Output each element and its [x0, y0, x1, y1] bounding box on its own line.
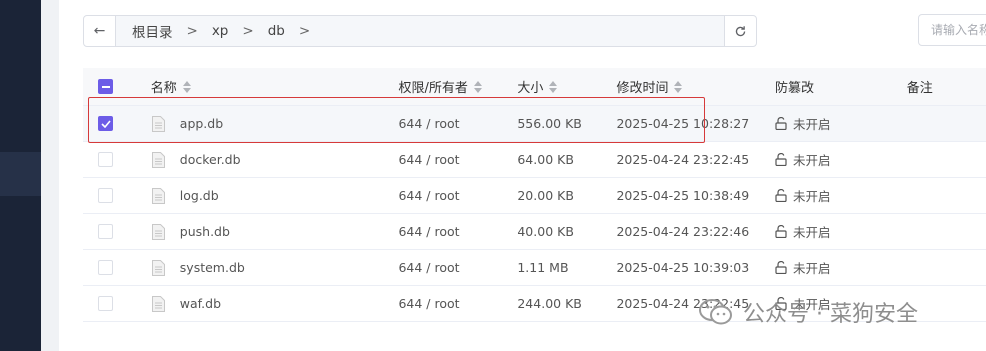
- table-row[interactable]: push.db 644 / root 40.00 KB 2025-04-24 2…: [83, 214, 986, 250]
- sort-icon: [473, 80, 482, 93]
- file-name[interactable]: docker.db: [180, 152, 241, 167]
- column-header-size[interactable]: 大小: [517, 77, 558, 96]
- unlock-icon: [775, 189, 787, 202]
- column-header-note: 备注: [906, 81, 933, 96]
- column-header-permission[interactable]: 权限/所有者: [398, 77, 482, 96]
- sort-icon: [674, 80, 683, 93]
- tamper-status[interactable]: 未开启: [793, 258, 831, 277]
- breadcrumb: 根目录 > xp > db >: [116, 16, 724, 46]
- breadcrumb-item-root[interactable]: 根目录: [132, 21, 173, 41]
- refresh-icon: [735, 25, 746, 36]
- file-modified: 2025-04-25 10:38:49: [616, 188, 750, 203]
- file-size: 20.00 KB: [517, 188, 574, 203]
- back-button[interactable]: ←: [84, 16, 116, 46]
- file-permission[interactable]: 644 / root: [398, 116, 517, 131]
- row-checkbox[interactable]: [98, 152, 113, 167]
- column-header-name[interactable]: 名称: [151, 77, 191, 96]
- breadcrumb-separator: >: [298, 23, 311, 39]
- file-permission[interactable]: 644 / root: [398, 296, 517, 311]
- file-name[interactable]: waf.db: [180, 296, 221, 311]
- file-icon: [151, 223, 165, 240]
- tamper-status[interactable]: 未开启: [793, 222, 831, 241]
- row-checkbox[interactable]: [98, 224, 113, 239]
- table-row[interactable]: log.db 644 / root 20.00 KB 2025-04-25 10…: [83, 178, 986, 214]
- file-icon: [151, 295, 165, 312]
- table-row[interactable]: docker.db 644 / root 64.00 KB 2025-04-24…: [83, 142, 986, 178]
- breadcrumb-separator: >: [186, 23, 198, 39]
- file-name[interactable]: app.db: [180, 116, 223, 131]
- file-modified: 2025-04-24 23:22:45: [616, 152, 750, 167]
- select-all-checkbox[interactable]: [98, 79, 113, 94]
- file-size: 64.00 KB: [517, 152, 574, 167]
- table-row[interactable]: app.db 644 / root 556.00 KB 2025-04-25 1…: [83, 106, 986, 142]
- row-checkbox[interactable]: [98, 260, 113, 275]
- tamper-status[interactable]: 未开启: [793, 114, 831, 133]
- file-size: 1.11 MB: [517, 260, 569, 275]
- refresh-button[interactable]: [724, 16, 756, 46]
- file-permission[interactable]: 644 / root: [398, 188, 517, 203]
- wechat-icon: [699, 299, 732, 325]
- path-bar: ← 根目录 > xp > db >: [83, 15, 757, 47]
- row-checkbox[interactable]: [98, 296, 113, 311]
- file-permission[interactable]: 644 / root: [398, 260, 517, 275]
- file-icon: [151, 115, 165, 132]
- tamper-status[interactable]: 未开启: [793, 150, 831, 169]
- file-permission[interactable]: 644 / root: [398, 152, 517, 167]
- file-size: 556.00 KB: [517, 116, 582, 131]
- sort-icon: [549, 80, 558, 93]
- file-icon: [151, 187, 165, 204]
- unlock-icon: [775, 153, 787, 166]
- file-table: 名称 权限/所有者 大小 修改时间 防篡改 备注 app.db 644 / ro…: [83, 68, 986, 322]
- file-modified: 2025-04-24 23:22:46: [616, 224, 750, 239]
- table-header: 名称 权限/所有者 大小 修改时间 防篡改 备注: [83, 68, 986, 106]
- watermark: 公众号 · 菜狗安全: [699, 296, 918, 328]
- file-permission[interactable]: 644 / root: [398, 224, 517, 239]
- table-row[interactable]: system.db 644 / root 1.11 MB 2025-04-25 …: [83, 250, 986, 286]
- file-modified: 2025-04-25 10:28:27: [616, 116, 750, 131]
- breadcrumb-separator: >: [242, 23, 254, 39]
- unlock-icon: [775, 117, 787, 130]
- file-icon: [151, 151, 165, 168]
- column-header-modified[interactable]: 修改时间: [616, 77, 683, 96]
- breadcrumb-item-xp[interactable]: xp: [212, 23, 229, 39]
- file-name[interactable]: push.db: [180, 224, 230, 239]
- sidebar-active-item[interactable]: [0, 152, 41, 196]
- file-size: 40.00 KB: [517, 224, 574, 239]
- row-checkbox[interactable]: [98, 116, 113, 131]
- search-input[interactable]: [918, 14, 986, 46]
- tamper-status[interactable]: 未开启: [793, 186, 831, 205]
- unlock-icon: [775, 261, 787, 274]
- row-checkbox[interactable]: [98, 188, 113, 203]
- file-name[interactable]: system.db: [180, 260, 245, 275]
- file-size: 244.00 KB: [517, 296, 582, 311]
- back-arrow-icon: ←: [93, 23, 106, 39]
- unlock-icon: [775, 225, 787, 238]
- file-modified: 2025-04-25 10:39:03: [616, 260, 750, 275]
- file-name[interactable]: log.db: [180, 188, 219, 203]
- file-manager-panel: ← 根目录 > xp > db > 名称 权限/所有者 大小 修改时间 防篡改 …: [59, 0, 986, 351]
- sidebar: [0, 0, 41, 351]
- watermark-text: 公众号 · 菜狗安全: [743, 302, 918, 327]
- file-icon: [151, 259, 165, 276]
- breadcrumb-item-db[interactable]: db: [268, 23, 285, 39]
- sort-icon: [182, 80, 191, 93]
- column-header-tamper-protection: 防篡改: [774, 81, 814, 96]
